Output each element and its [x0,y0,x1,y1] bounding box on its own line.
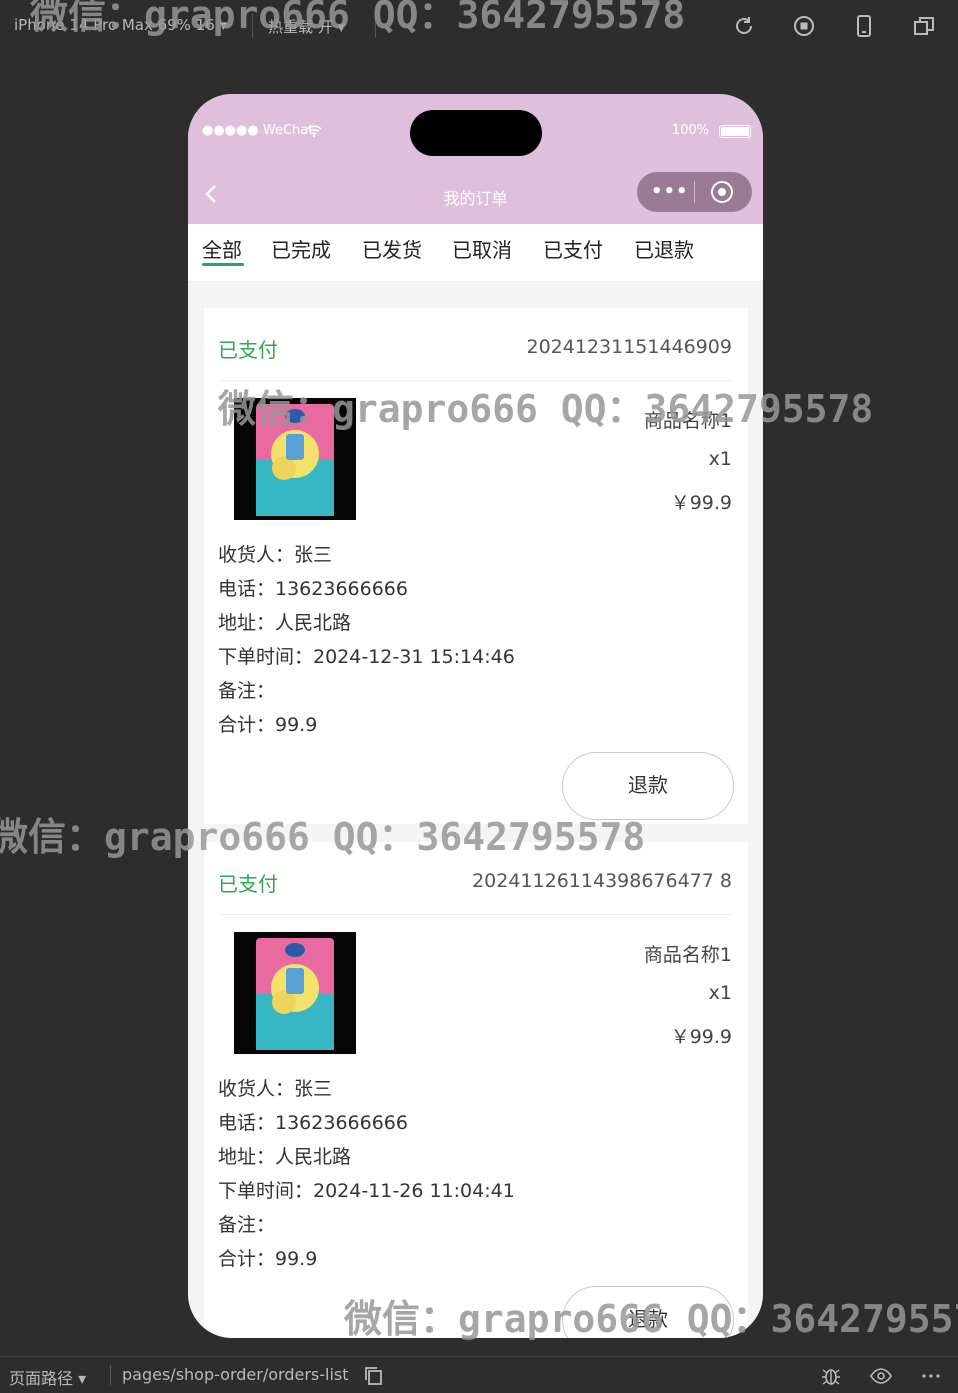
product-quantity: x1 [708,448,732,470]
wifi-icon [306,123,322,142]
phone-simulator: ●●●●● WeChat 100% 我的订单 ••• 全部 已完成 已发货 已取… [188,94,763,1338]
more-icon[interactable]: ••• [651,182,689,202]
carrier-label: ●●●●● WeChat [202,123,314,138]
consignee: 收货人：张三 [218,544,333,566]
active-tab-indicator [202,263,244,266]
order-status: 已支付 [218,872,278,896]
order-tabs: 全部 已完成 已发货 已取消 已支付 已退款 [188,224,763,282]
nav-bar: 我的订单 ••• [188,164,763,224]
watermark: 微信：grapro666 QQ：3642795578 [30,0,686,37]
phone: 电话：13623666666 [218,578,408,600]
order-number: 20241126114398676477 8 [472,870,732,892]
tab-paid[interactable]: 已支付 [543,234,603,263]
order-number: 20241231151446909 [526,336,732,358]
watermark: 微信：grapro666 QQ：3642795578 [218,387,874,431]
order-total: 合计：99.9 [218,714,318,736]
tab-completed[interactable]: 已完成 [271,234,331,263]
product-price: ￥99.9 [670,492,732,514]
product-price: ￥99.9 [670,1026,732,1048]
tab-all[interactable]: 全部 [202,234,242,263]
bug-icon[interactable] [820,1365,842,1387]
order-total: 合计：99.9 [218,1248,318,1270]
page-path: pages/shop-order/orders-list [122,1365,349,1384]
footer-divider [110,1365,111,1385]
tab-shipped[interactable]: 已发货 [362,234,422,263]
order-card: 已支付 20241126114398676477 8 商品名称1 x1 ￥99.… [204,842,748,1338]
remark: 备注： [218,680,276,702]
capsule-divider [694,181,695,203]
order-status: 已支付 [218,338,278,362]
status-bar: ●●●●● WeChat 100% [188,94,763,164]
copy-icon[interactable] [363,1365,385,1387]
refresh-icon[interactable] [732,14,756,38]
product-image[interactable] [234,932,356,1054]
address: 地址：人民北路 [218,1146,352,1168]
menu-capsule: ••• [637,172,752,212]
address: 地址：人民北路 [218,612,352,634]
watermark: 微信：grapro666 QQ：3642795578 [0,815,646,859]
close-miniprogram-icon[interactable] [711,181,733,203]
battery-percent: 100% [671,123,709,138]
stop-icon[interactable] [792,14,816,38]
page-path-selector[interactable]: 页面路径 ▾ [9,1365,86,1389]
order-time: 下单时间：2024-12-31 15:14:46 [218,646,515,668]
dynamic-island [410,110,542,156]
tab-cancelled[interactable]: 已取消 [452,234,512,263]
phone-icon[interactable] [852,14,876,38]
window-icon[interactable] [912,14,936,38]
devtools-footer: 页面路径 ▾ pages/shop-order/orders-list [0,1356,958,1393]
phone: 电话：13623666666 [218,1112,408,1134]
remark: 备注： [218,1214,276,1236]
eye-icon[interactable] [870,1365,892,1387]
product-quantity: x1 [708,982,732,1004]
product-name: 商品名称1 [643,944,732,966]
divider [218,914,734,915]
more-icon[interactable] [920,1365,942,1387]
consignee: 收货人：张三 [218,1078,333,1100]
battery-icon [719,125,751,138]
watermark: 微信：grapro666 QQ：3642795578 [344,1297,958,1341]
order-time: 下单时间：2024-11-26 11:04:41 [218,1180,515,1202]
tab-refunded[interactable]: 已退款 [634,234,694,263]
